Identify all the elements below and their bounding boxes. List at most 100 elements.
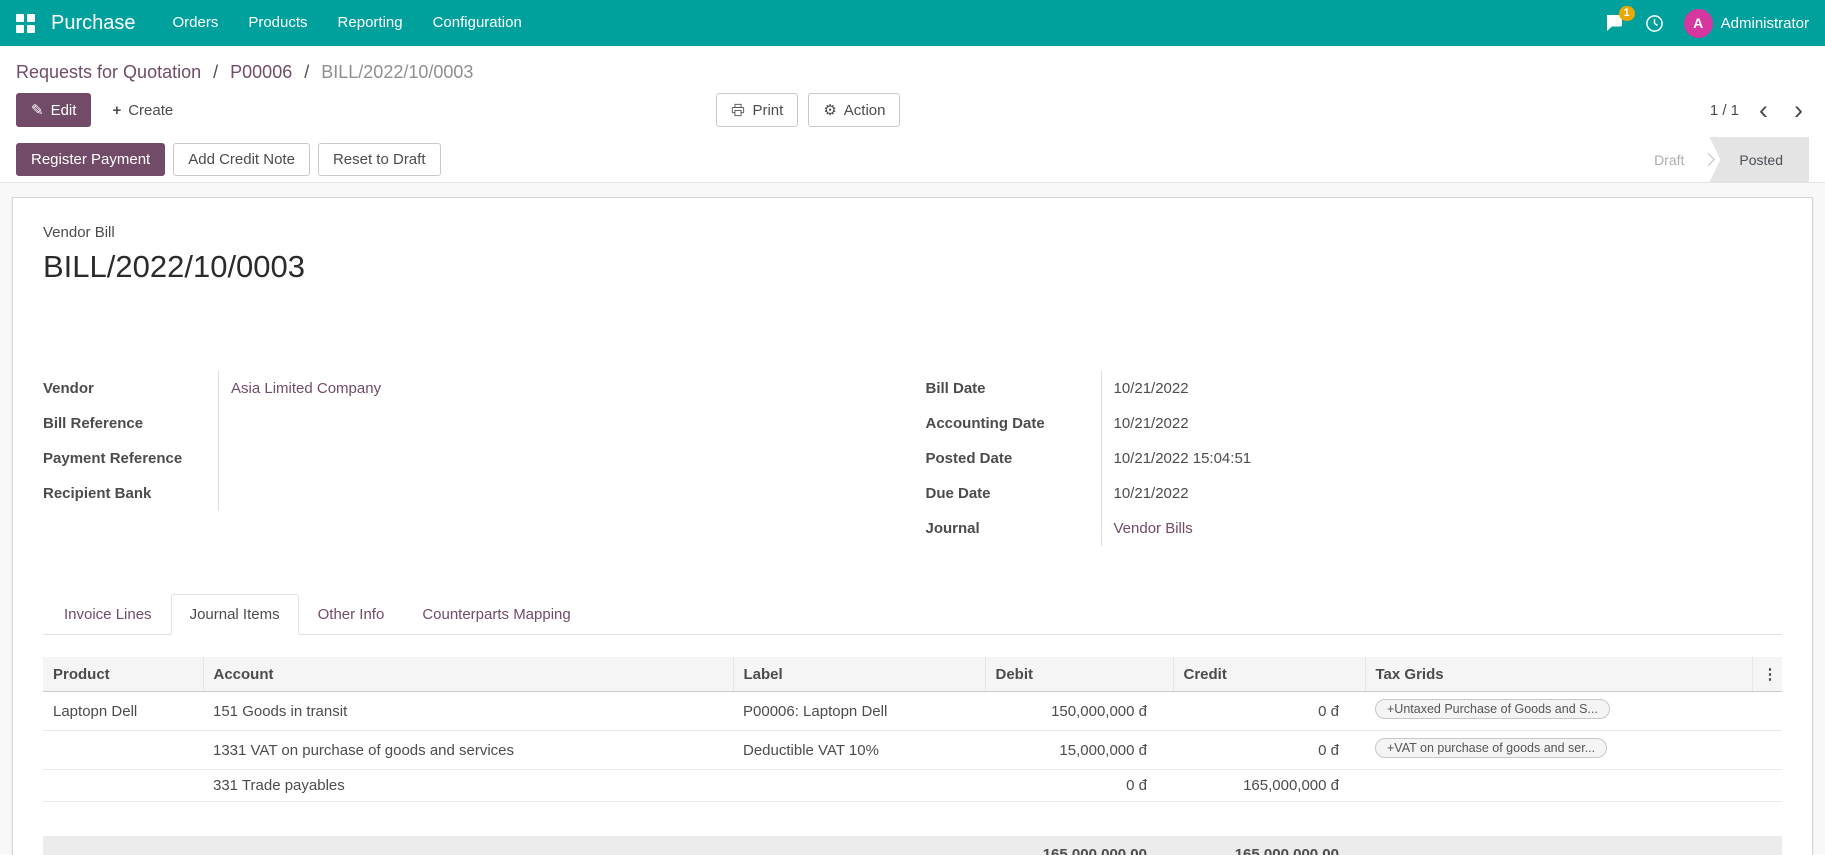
- action-buttons: Print ⚙ Action: [716, 93, 901, 127]
- journal-items-table: Product Account Label Debit Credit Tax G…: [43, 657, 1782, 855]
- posted-date-label: Posted Date: [926, 441, 1102, 476]
- systray: 1 A Administrator: [1605, 6, 1809, 38]
- tab-other-info[interactable]: Other Info: [299, 594, 404, 635]
- avatar: A: [1683, 8, 1713, 38]
- vendor-link[interactable]: Asia Limited Company: [231, 380, 381, 397]
- cell-tax-grids: +Untaxed Purchase of Goods and S...: [1365, 691, 1752, 731]
- edit-button[interactable]: ✎ Edit: [16, 93, 92, 127]
- form-sheet-area: Vendor Bill BILL/2022/10/0003 Vendor Asi…: [0, 183, 1825, 855]
- messages-icon[interactable]: 1: [1605, 6, 1635, 32]
- user-name: Administrator: [1720, 14, 1809, 32]
- cell-debit: 15,000,000 đ: [985, 730, 1173, 770]
- recipient-bank-label: Recipient Bank: [43, 476, 219, 511]
- cell-label: Deductible VAT 10%: [733, 730, 985, 770]
- print-button-label: Print: [752, 101, 784, 119]
- column-header-credit[interactable]: Credit: [1173, 657, 1366, 692]
- apps-menu-icon[interactable]: [16, 13, 35, 33]
- activities-icon[interactable]: [1645, 14, 1664, 33]
- menu-orders[interactable]: Orders: [158, 0, 234, 46]
- tax-grid-tag[interactable]: +Untaxed Purchase of Goods and S...: [1375, 699, 1610, 719]
- form-sheet: Vendor Bill BILL/2022/10/0003 Vendor Asi…: [12, 197, 1813, 855]
- print-button[interactable]: Print: [716, 93, 799, 127]
- column-header-debit[interactable]: Debit: [985, 657, 1174, 692]
- bill-date-value: 10/21/2022: [1113, 380, 1189, 397]
- cell-credit: 165,000,000 đ: [1173, 769, 1365, 802]
- reset-to-draft-button[interactable]: Reset to Draft: [317, 143, 441, 176]
- edit-button-label: Edit: [50, 101, 77, 119]
- table-row[interactable]: 1331 VAT on purchase of goods and servic…: [43, 730, 1782, 770]
- cell-account: 1331 VAT on purchase of goods and servic…: [203, 730, 733, 770]
- add-credit-note-button[interactable]: Add Credit Note: [173, 143, 310, 176]
- right-field-group: Bill Date 10/21/2022 Accounting Date 10/…: [926, 371, 1783, 546]
- journal-link[interactable]: Vendor Bills: [1114, 520, 1193, 537]
- spacer-row: [43, 802, 1782, 836]
- posted-date-value: 10/21/2022 15:04:51: [1113, 450, 1252, 467]
- journal-label: Journal: [926, 511, 1102, 546]
- payment-reference-value: [219, 441, 900, 476]
- control-panel: ✎ Edit + Create Print ⚙ Action 1 / 1 ‹ ›: [0, 85, 1825, 135]
- cell-label: [733, 769, 985, 802]
- due-date-value: 10/21/2022: [1113, 485, 1189, 502]
- clock-icon: [1645, 14, 1663, 32]
- create-button-label: Create: [128, 101, 174, 119]
- user-menu[interactable]: A Administrator: [1683, 8, 1809, 38]
- table-row[interactable]: 331 Trade payables 0 đ 165,000,000 đ: [43, 769, 1782, 802]
- form-buttons: ✎ Edit + Create: [16, 93, 188, 127]
- breadcrumb-p00006[interactable]: P00006: [230, 62, 292, 82]
- top-nav: Purchase Orders Products Reporting Confi…: [0, 0, 1825, 46]
- cell-debit: 150,000,000 đ: [985, 691, 1173, 731]
- recipient-bank-value: [219, 476, 900, 511]
- breadcrumb-separator: /: [213, 62, 219, 82]
- tab-counterparts-mapping[interactable]: Counterparts Mapping: [403, 594, 589, 635]
- action-button[interactable]: ⚙ Action: [808, 93, 901, 127]
- accounting-date-value: 10/21/2022: [1113, 415, 1189, 432]
- tax-grid-tag[interactable]: +VAT on purchase of goods and ser...: [1375, 738, 1608, 758]
- column-header-label[interactable]: Label: [733, 657, 986, 692]
- state-draft[interactable]: Draft: [1634, 137, 1704, 183]
- left-field-group: Vendor Asia Limited Company Bill Referen…: [43, 371, 900, 546]
- menu-configuration[interactable]: Configuration: [418, 0, 537, 46]
- register-payment-button[interactable]: Register Payment: [16, 143, 166, 176]
- total-debit: 165,000,000.00: [985, 835, 1173, 855]
- totals-empty: [43, 835, 985, 855]
- journal-value: Vendor Bills: [1102, 511, 1783, 546]
- messages-badge: 1: [1618, 6, 1635, 21]
- create-button[interactable]: + Create: [97, 93, 188, 127]
- cell-options: [1752, 769, 1782, 802]
- column-header-tax-grids[interactable]: Tax Grids: [1365, 657, 1753, 692]
- chevron-right-icon: [1702, 153, 1716, 166]
- menu-products[interactable]: Products: [233, 0, 322, 46]
- totals-empty: [1365, 835, 1752, 855]
- pager-previous-icon[interactable]: ‹: [1753, 97, 1774, 124]
- breadcrumb-requests-for-quotation[interactable]: Requests for Quotation: [16, 62, 201, 82]
- statusbar-states: Draft Posted: [1634, 137, 1809, 182]
- cell-options: [1752, 730, 1782, 770]
- pager-next-icon[interactable]: ›: [1788, 97, 1809, 124]
- cell-label: P00006: Laptopn Dell: [733, 691, 985, 731]
- column-header-product[interactable]: Product: [43, 657, 204, 692]
- cell-product: [43, 730, 203, 770]
- menu-reporting[interactable]: Reporting: [323, 0, 418, 46]
- vendor-value: Asia Limited Company: [219, 371, 900, 406]
- state-posted[interactable]: Posted: [1709, 137, 1809, 182]
- plus-icon: +: [112, 101, 122, 119]
- app-name[interactable]: Purchase: [51, 12, 136, 35]
- column-header-account[interactable]: Account: [203, 657, 734, 692]
- tab-journal-items[interactable]: Journal Items: [170, 594, 299, 635]
- cell-options: [1752, 691, 1782, 731]
- accounting-date-label: Accounting Date: [926, 406, 1102, 441]
- cell-product: Laptopn Dell: [43, 691, 203, 731]
- cell-credit: 0 đ: [1173, 730, 1365, 770]
- vendor-label: Vendor: [43, 371, 219, 406]
- statusbar: Register Payment Add Credit Note Reset t…: [0, 137, 1825, 183]
- pager: 1 / 1 ‹ ›: [1710, 97, 1809, 124]
- cell-product: [43, 769, 203, 802]
- optional-columns-icon[interactable]: ⋮: [1752, 657, 1782, 692]
- document-title: BILL/2022/10/0003: [43, 249, 306, 284]
- tab-invoice-lines[interactable]: Invoice Lines: [45, 594, 171, 635]
- cell-account: 331 Trade payables: [203, 769, 733, 802]
- totals-row: 165,000,000.00 165,000,000.00: [43, 835, 1782, 855]
- bill-reference-label: Bill Reference: [43, 406, 219, 441]
- table-row[interactable]: Laptopn Dell 151 Goods in transit P00006…: [43, 691, 1782, 731]
- gear-icon: ⚙: [823, 102, 837, 119]
